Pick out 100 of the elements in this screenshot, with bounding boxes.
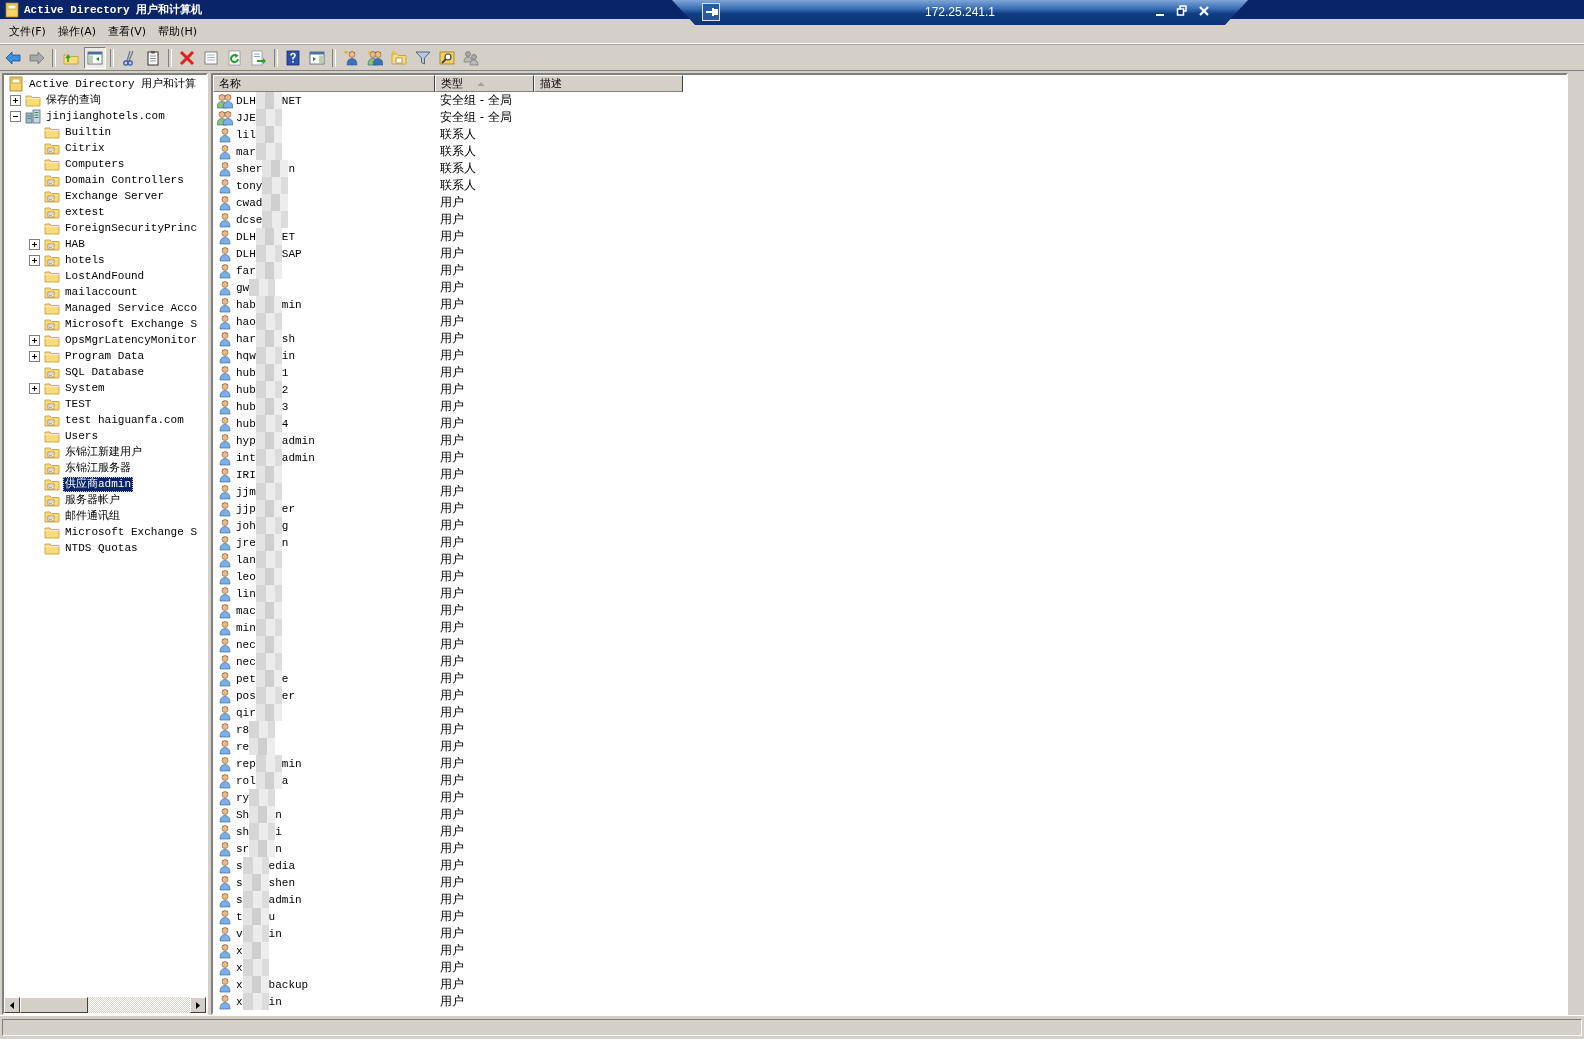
redaction-block [249, 279, 276, 296]
menu-item[interactable]: 操作(A) [52, 21, 102, 41]
tree-item[interactable]: Computers [63, 156, 127, 172]
type-text: 用户 [439, 398, 464, 415]
name-text: lil [236, 128, 256, 141]
close-icon[interactable] [1198, 4, 1210, 18]
tree-item[interactable]: Program Data [63, 348, 147, 364]
toolbar-button[interactable] [84, 47, 106, 69]
tree-item[interactable]: HAB [63, 236, 87, 252]
folder-document-icon [44, 284, 60, 300]
user-icon [217, 925, 233, 942]
name-text: sh [236, 825, 250, 838]
redaction-block [249, 738, 276, 755]
tree-item[interactable]: test haiguanfa.com [63, 412, 186, 428]
user-icon [217, 908, 233, 925]
type-text: 用户 [439, 704, 464, 721]
tree-item[interactable]: 邮件通讯组 [63, 508, 122, 524]
tree-item[interactable]: 服务器帐户 [63, 492, 122, 508]
type-text: 用户 [439, 908, 464, 925]
redaction-block [262, 211, 289, 228]
type-text: 用户 [439, 789, 464, 806]
tree-item[interactable]: Builtin [63, 124, 114, 140]
column-header[interactable]: 类型 [435, 75, 534, 92]
folder-icon [44, 156, 60, 172]
menu-item[interactable]: 文件(F) [4, 21, 51, 41]
user-icon [217, 585, 233, 602]
column-header[interactable]: 描述 [534, 75, 683, 92]
tree-item[interactable]: Exchange Server [63, 188, 167, 204]
redaction-block [255, 296, 282, 313]
tree-item[interactable]: TEST [63, 396, 94, 412]
name-text: backup [268, 978, 309, 991]
user-icon [217, 381, 233, 398]
name-text: er [281, 502, 295, 515]
name-text: a [281, 774, 289, 787]
expand-icon[interactable] [29, 350, 40, 362]
name-text: pet [236, 672, 256, 685]
left-arrow-icon[interactable] [9, 1000, 15, 1010]
tree-item[interactable]: mailaccount [63, 284, 140, 300]
tree-item[interactable]: jinjianghotels.com [44, 108, 167, 124]
tree-item[interactable]: extest [63, 204, 107, 220]
name-text: NET [281, 94, 302, 107]
type-text: 用户 [439, 670, 464, 687]
tree-item[interactable]: 保存的查询 [44, 92, 103, 108]
tree-item[interactable]: SQL Database [63, 364, 147, 380]
type-text: 用户 [439, 466, 464, 483]
tree-item[interactable]: OpsMgrLatencyMonitor [63, 332, 200, 348]
name-text: r8 [236, 723, 250, 736]
user-icon [217, 364, 233, 381]
user-icon [217, 670, 233, 687]
tree-item[interactable]: System [63, 380, 107, 396]
expand-icon[interactable] [29, 254, 40, 266]
menu-item[interactable]: 帮助(H) [153, 21, 202, 41]
user-icon [217, 143, 233, 160]
tree-item[interactable]: Microsoft Exchange S [63, 316, 200, 332]
right-arrow-icon[interactable] [195, 1000, 201, 1010]
redaction-block [255, 534, 282, 551]
name-text: sh [281, 332, 295, 345]
refresh-icon [227, 50, 243, 66]
tree-item[interactable]: Microsoft Exchange S [63, 524, 200, 540]
user-icon [217, 874, 233, 891]
type-text: 用户 [439, 296, 464, 313]
tree-item[interactable]: NTDS Quotas [63, 540, 140, 556]
expand-icon[interactable] [10, 94, 21, 106]
type-text: 用户 [439, 942, 464, 959]
users-icon [463, 50, 479, 66]
type-text: 用户 [439, 993, 464, 1010]
expand-icon[interactable] [29, 382, 40, 394]
scrollbar[interactable] [4, 997, 206, 1013]
folder-document-icon [44, 508, 60, 524]
tree-item[interactable]: LostAndFound [63, 268, 147, 284]
tree-item[interactable]: Managed Service Acco [63, 300, 200, 316]
menu-item[interactable]: 查看(V) [103, 21, 152, 41]
redaction-block [262, 177, 289, 194]
tree-item[interactable]: 东锦江新建用户 [63, 444, 144, 460]
redaction-block [255, 670, 282, 687]
folder-icon [44, 332, 60, 348]
user-icon [217, 704, 233, 721]
tree-item[interactable]: 供应商admin [63, 476, 133, 492]
tree-item[interactable]: 东锦江服务器 [63, 460, 133, 476]
name-text: n [275, 842, 282, 855]
name-text: t [236, 910, 243, 923]
redaction-block [255, 449, 282, 466]
column-header[interactable]: 名称 [213, 75, 435, 92]
expand-icon[interactable] [29, 238, 40, 250]
tree-item[interactable]: Domain Controllers [63, 172, 186, 188]
redaction-block [255, 143, 282, 160]
pin-button[interactable] [702, 3, 720, 21]
folder-document-icon [44, 412, 60, 428]
type-text: 联系人 [439, 177, 476, 194]
user-icon [217, 347, 233, 364]
tree-item[interactable]: ForeignSecurityPrinc [63, 220, 200, 236]
tree-item[interactable]: Active Directory 用户和计算 [27, 76, 199, 92]
restore-icon[interactable] [1176, 4, 1188, 18]
collapse-icon[interactable] [10, 110, 21, 122]
expand-icon[interactable] [29, 334, 40, 346]
name-text: dcse [236, 213, 263, 226]
tree-item[interactable]: Users [63, 428, 100, 444]
redaction-block [242, 959, 269, 976]
tree-item[interactable]: hotels [63, 252, 107, 268]
tree-item[interactable]: Citrix [63, 140, 107, 156]
